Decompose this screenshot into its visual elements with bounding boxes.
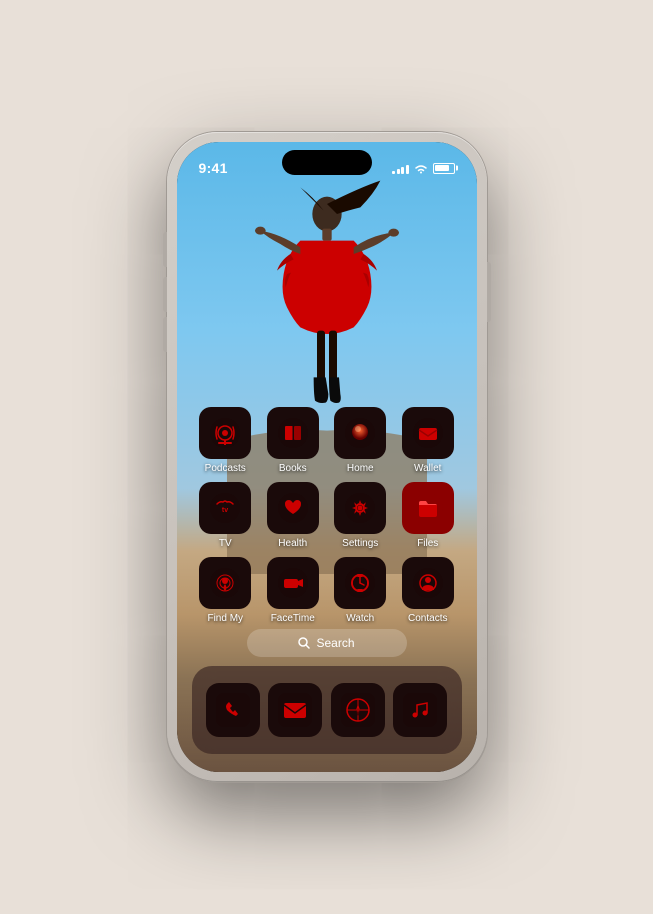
books-icon <box>267 407 319 459</box>
app-files[interactable]: Files <box>398 482 458 549</box>
battery-fill <box>435 165 449 171</box>
svg-text:tv: tv <box>222 507 228 514</box>
signal-icon <box>392 162 409 174</box>
phone-app-icon <box>206 683 260 737</box>
music-app-icon <box>393 683 447 737</box>
dock-phone[interactable] <box>206 683 260 737</box>
app-books[interactable]: Books <box>263 407 323 474</box>
phone-frame: 9:41 <box>167 132 487 782</box>
podcasts-label: Podcasts <box>205 463 246 474</box>
findmy-label: Find My <box>207 613 243 624</box>
app-row-2: tv TV Health <box>192 482 462 549</box>
settings-icon <box>334 482 386 534</box>
battery-icon <box>433 163 455 174</box>
home-label: Home <box>347 463 374 474</box>
app-watch[interactable]: Watch <box>330 557 390 624</box>
app-grid: Podcasts Books <box>177 407 477 632</box>
facetime-label: FaceTime <box>271 613 315 624</box>
home-icon <box>334 407 386 459</box>
health-icon <box>267 482 319 534</box>
search-label: Search <box>316 636 354 650</box>
dynamic-island <box>282 150 372 175</box>
status-time: 9:41 <box>199 160 228 176</box>
app-contacts[interactable]: Contacts <box>398 557 458 624</box>
mail-app-icon <box>268 683 322 737</box>
phone-screen: 9:41 <box>177 142 477 772</box>
app-row-1: Podcasts Books <box>192 407 462 474</box>
app-tv[interactable]: tv TV <box>195 482 255 549</box>
wallet-label: Wallet <box>414 463 441 474</box>
app-findmy[interactable]: Find My <box>195 557 255 624</box>
search-bar[interactable]: Search <box>247 629 407 657</box>
app-settings[interactable]: Settings <box>330 482 390 549</box>
files-label: Files <box>417 538 438 549</box>
findmy-icon <box>199 557 251 609</box>
app-home[interactable]: Home <box>330 407 390 474</box>
podcasts-icon <box>199 407 251 459</box>
dock-safari[interactable] <box>331 683 385 737</box>
app-wallet[interactable]: Wallet <box>398 407 458 474</box>
settings-label: Settings <box>342 538 378 549</box>
files-icon <box>402 482 454 534</box>
books-label: Books <box>279 463 307 474</box>
app-health[interactable]: Health <box>263 482 323 549</box>
wallet-icon <box>402 407 454 459</box>
health-label: Health <box>278 538 307 549</box>
tv-label: TV <box>219 538 232 549</box>
contacts-label: Contacts <box>408 613 447 624</box>
status-icons <box>392 162 455 174</box>
safari-app-icon <box>331 683 385 737</box>
tv-icon: tv <box>199 482 251 534</box>
watch-label: Watch <box>346 613 374 624</box>
dock-music[interactable] <box>393 683 447 737</box>
app-facetime[interactable]: FaceTime <box>263 557 323 624</box>
app-row-3: Find My FaceTime <box>192 557 462 624</box>
dock-mail[interactable] <box>268 683 322 737</box>
search-icon <box>298 637 310 649</box>
dock <box>192 666 462 754</box>
contacts-icon <box>402 557 454 609</box>
facetime-icon <box>267 557 319 609</box>
app-podcasts[interactable]: Podcasts <box>195 407 255 474</box>
watch-icon <box>334 557 386 609</box>
wifi-icon <box>414 163 428 174</box>
